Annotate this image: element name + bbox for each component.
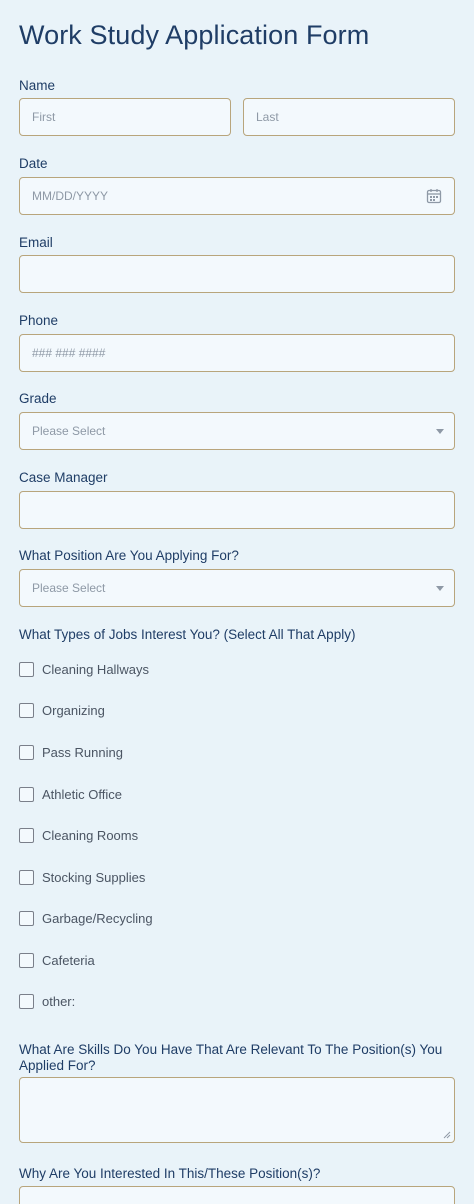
chevron-down-icon [436,586,444,591]
phone-label: Phone [19,313,59,328]
checkbox-label: Athletic Office [42,786,122,802]
checkbox[interactable] [19,869,34,885]
form-card: Work Study Application Form Name First L… [0,0,474,1204]
position-select[interactable]: Please Select [19,569,455,607]
chevron-down-icon [436,429,444,434]
skills-textarea[interactable] [19,1077,455,1143]
interest-textarea[interactable] [19,1186,455,1204]
date-placeholder: MM/DD/YYYY [32,189,109,203]
jobs-label: What Types of Jobs Interest You? (Select… [19,627,356,642]
checkbox[interactable] [19,786,34,802]
checkbox-label: Organizing [42,702,105,718]
grade-selected-value: Please Select [32,424,106,438]
skills-label-line1: What Are Skills Do You Have That Are Rel… [19,1042,443,1057]
case-manager-label: Case Manager [19,470,108,485]
checkbox[interactable] [19,702,34,718]
grade-label: Grade [19,391,57,406]
checkbox[interactable] [19,744,34,760]
job-option-pass-running[interactable]: Pass Running [19,743,123,761]
checkbox-label: other: [42,993,76,1009]
checkbox-label: Cafeteria [42,952,95,968]
last-name-input[interactable]: Last [243,98,455,136]
name-label: Name [19,78,56,93]
checkbox-label: Garbage/Recycling [42,910,153,926]
checkbox-label: Stocking Supplies [42,869,146,885]
resize-handle-icon[interactable] [443,1131,451,1139]
job-option-athletic-office[interactable]: Athletic Office [19,785,122,803]
last-name-placeholder: Last [256,110,279,124]
first-name-input[interactable]: First [19,98,231,136]
date-input[interactable]: MM/DD/YYYY [19,177,455,215]
position-label: What Position Are You Applying For? [19,548,239,563]
checkbox[interactable] [19,827,34,843]
grade-select[interactable]: Please Select [19,412,455,450]
first-name-placeholder: First [32,110,56,124]
job-option-cleaning-rooms[interactable]: Cleaning Rooms [19,826,138,844]
checkbox-label: Pass Running [42,744,123,760]
date-label: Date [19,156,48,171]
job-option-organizing[interactable]: Organizing [19,701,105,719]
checkbox[interactable] [19,661,34,677]
checkbox[interactable] [19,952,34,968]
interest-label: Why Are You Interested In This/These Pos… [19,1166,321,1181]
form-title: Work Study Application Form [19,20,370,50]
calendar-icon[interactable] [426,188,442,204]
skills-label-line2: Applied For? [19,1058,96,1073]
phone-input[interactable]: ### ### #### [19,334,455,372]
job-option-cleaning-hallways[interactable]: Cleaning Hallways [19,660,149,678]
job-option-other[interactable]: other: [19,992,75,1010]
case-manager-input[interactable] [19,491,455,529]
checkbox[interactable] [19,993,34,1009]
email-input[interactable] [19,255,455,293]
position-selected-value: Please Select [32,581,106,595]
checkbox-label: Cleaning Hallways [42,661,149,677]
checkbox[interactable] [19,910,34,926]
email-label: Email [19,235,53,250]
phone-placeholder: ### ### #### [32,346,106,360]
job-option-cafeteria[interactable]: Cafeteria [19,951,95,969]
job-option-stocking-supplies[interactable]: Stocking Supplies [19,868,145,886]
checkbox-label: Cleaning Rooms [42,827,139,843]
job-option-garbage-recycling[interactable]: Garbage/Recycling [19,909,153,927]
